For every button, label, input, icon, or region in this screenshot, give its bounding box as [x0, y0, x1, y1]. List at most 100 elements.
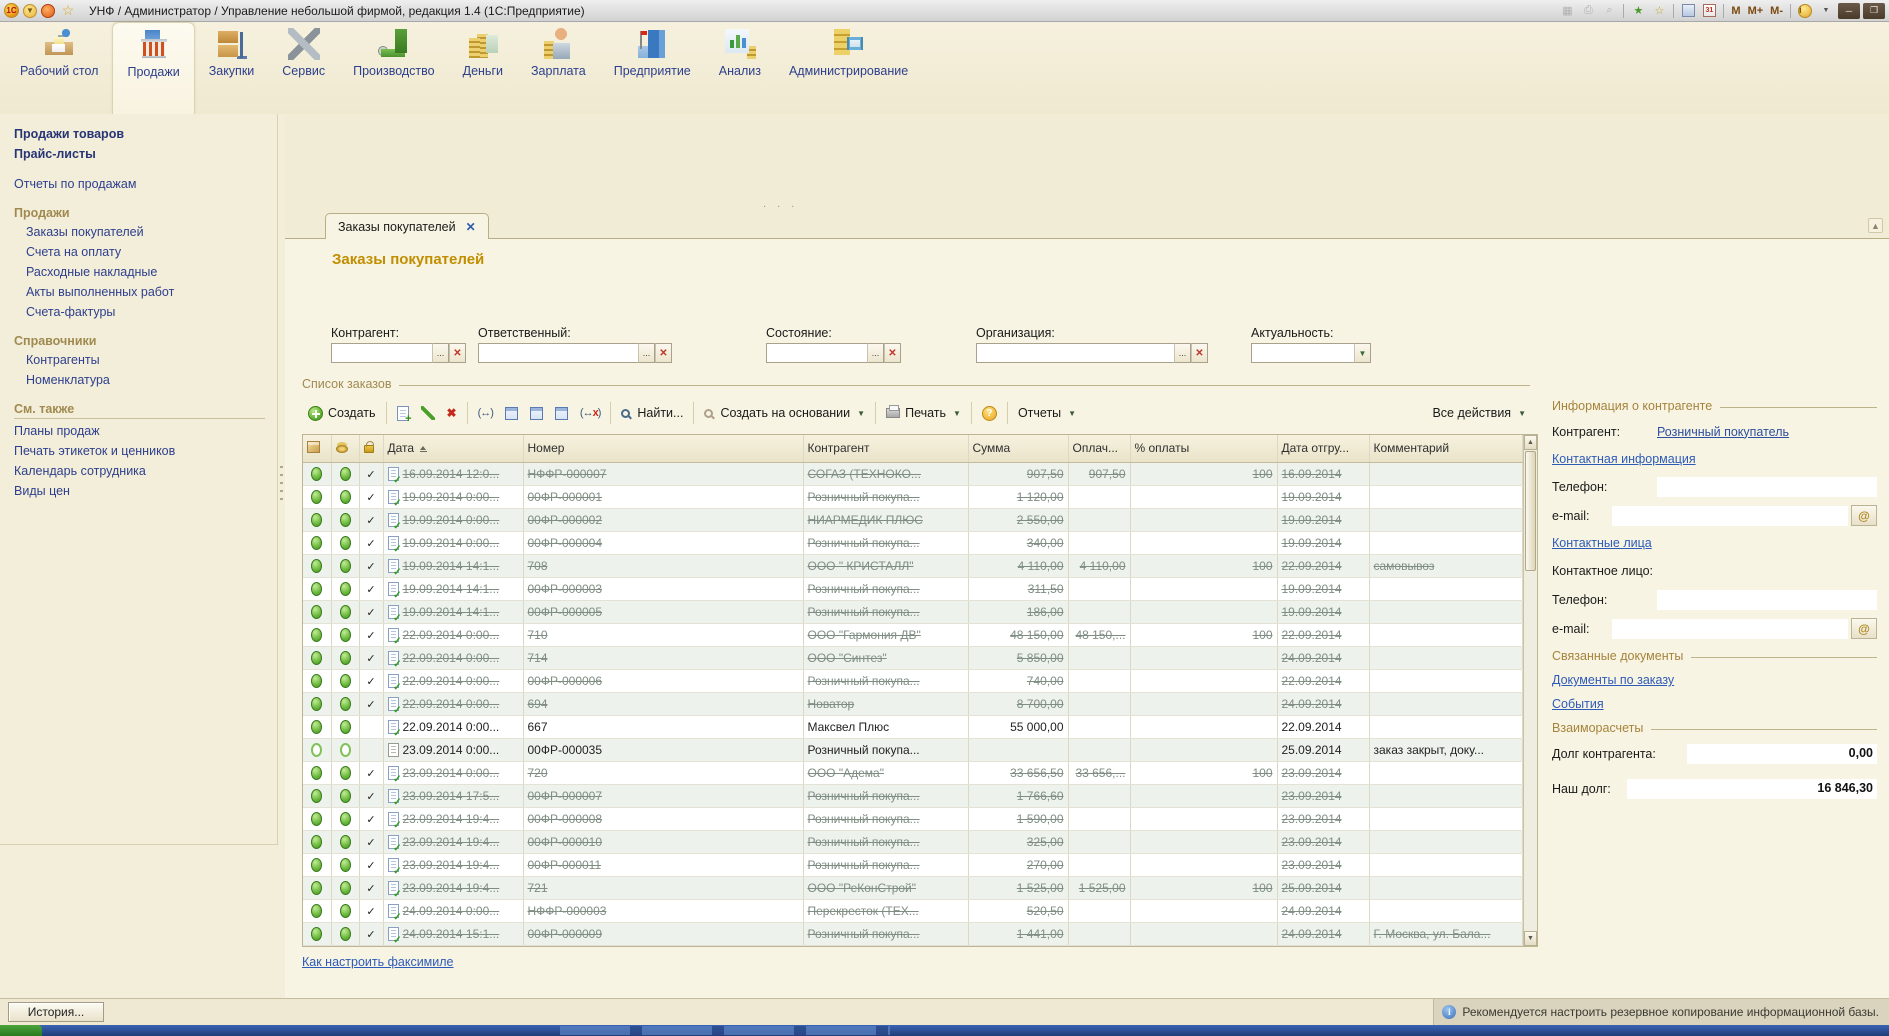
chevron-down-icon[interactable]: ▼ — [1354, 343, 1371, 363]
cell-comment[interactable] — [1369, 784, 1523, 807]
cell-ship-date[interactable]: 24.09.2014 — [1277, 899, 1369, 922]
cell-paid[interactable] — [1068, 899, 1130, 922]
cell-date[interactable]: 24.09.2014 15:1... — [383, 922, 523, 945]
cell-comment[interactable] — [1369, 462, 1523, 485]
lookup-dots-icon[interactable]: ... — [638, 343, 655, 363]
cell-counterparty[interactable]: НИАРМЕДИК ПЛЮС — [803, 508, 968, 531]
table-view-button[interactable] — [549, 404, 574, 423]
cell-percent[interactable]: 100 — [1130, 462, 1277, 485]
table-row[interactable]: ✓24.09.2014 0:00...НФФР-000003Перекресто… — [303, 899, 1523, 922]
cell-comment[interactable] — [1369, 623, 1523, 646]
cell-comment[interactable] — [1369, 577, 1523, 600]
table-row[interactable]: ✓22.09.2014 0:00...00ФР-000006Розничный … — [303, 669, 1523, 692]
cell-comment[interactable] — [1369, 807, 1523, 830]
section-salary[interactable]: Зарплата — [517, 22, 600, 114]
cell-percent[interactable] — [1130, 715, 1277, 738]
help-button[interactable]: ? — [976, 403, 1003, 424]
info-icon[interactable]: i — [1796, 3, 1814, 19]
print-icon[interactable]: ⎙ — [1579, 3, 1597, 19]
sidebar-item-featured-1[interactable]: Прайс-листы — [12, 144, 269, 164]
sidebar-item[interactable]: Заказы покупателей — [12, 222, 269, 242]
section-administration[interactable]: Администрирование — [775, 22, 922, 114]
table-row[interactable]: ✓19.09.2014 14:1...00ФР-000005Розничный … — [303, 600, 1523, 623]
create-button[interactable]: Создать — [302, 403, 382, 424]
scrollbar-thumb[interactable] — [1525, 451, 1536, 571]
create-based-button[interactable]: Создать на основании▼ — [698, 403, 871, 423]
cell-comment[interactable] — [1369, 485, 1523, 508]
cell-sum[interactable]: 1 120,00 — [968, 485, 1068, 508]
cell-counterparty[interactable]: Новатор — [803, 692, 968, 715]
cell-comment[interactable] — [1369, 876, 1523, 899]
cell-paid[interactable]: 48 150,... — [1068, 623, 1130, 646]
cell-counterparty[interactable]: ООО "РеКонСтрой" — [803, 876, 968, 899]
cell-paid[interactable] — [1068, 600, 1130, 623]
column-pay-state[interactable] — [331, 435, 359, 462]
table-row[interactable]: ✓22.09.2014 0:00...714ООО "Синтез"5 850,… — [303, 646, 1523, 669]
cell-number[interactable]: 00ФР-000007 — [523, 784, 803, 807]
cell-percent[interactable] — [1130, 531, 1277, 554]
cell-counterparty[interactable]: ООО "Синтез" — [803, 646, 968, 669]
print-button[interactable]: Печать▼ — [880, 403, 967, 423]
cell-counterparty[interactable]: ООО " КРИСТАЛЛ" — [803, 554, 968, 577]
tab-customer-orders[interactable]: Заказы покупателей ✕ — [325, 213, 489, 239]
contact-persons-link[interactable]: Контактные лица — [1552, 536, 1652, 550]
cell-comment[interactable] — [1369, 669, 1523, 692]
cell-percent[interactable] — [1130, 784, 1277, 807]
phone2-field[interactable] — [1657, 590, 1877, 610]
cell-number[interactable]: НФФР-000003 — [523, 899, 803, 922]
cell-sum[interactable]: 8 700,00 — [968, 692, 1068, 715]
vertical-scrollbar[interactable]: ▲ ▼ — [1523, 435, 1537, 946]
all-actions-button[interactable]: Все действия▼ — [1426, 403, 1532, 423]
order-documents-link[interactable]: Документы по заказу — [1552, 673, 1674, 687]
section-production[interactable]: Производство — [339, 22, 449, 114]
email2-field[interactable] — [1612, 619, 1848, 639]
lookup-dots-icon[interactable]: ... — [867, 343, 884, 363]
lookup-dots-icon[interactable]: ... — [1174, 343, 1191, 363]
delete-button[interactable]: ✖ — [441, 403, 463, 423]
orders-table[interactable]: ДатаНомерКонтрагентСуммаОплач...% оплаты… — [303, 435, 1523, 946]
record-indicator-icon[interactable] — [41, 4, 55, 18]
reports-button[interactable]: Отчеты▼ — [1012, 403, 1082, 423]
cell-sum[interactable]: 48 150,00 — [968, 623, 1068, 646]
events-link[interactable]: События — [1552, 697, 1604, 711]
cell-ship-date[interactable]: 23.09.2014 — [1277, 807, 1369, 830]
section-desktop[interactable]: Рабочий стол — [6, 22, 112, 114]
cell-number[interactable]: 721 — [523, 876, 803, 899]
table-row[interactable]: ✓22.09.2014 0:00...710ООО "Гармония ДВ"4… — [303, 623, 1523, 646]
cell-date[interactable]: 22.09.2014 0:00... — [383, 715, 523, 738]
table-row[interactable]: 22.09.2014 0:00...667Максвел Плюс55 000,… — [303, 715, 1523, 738]
sidebar-item[interactable]: Счета-фактуры — [12, 302, 269, 322]
cell-sum[interactable]: 4 110,00 — [968, 554, 1068, 577]
section-enterprise[interactable]: Предприятие — [600, 22, 705, 114]
cell-paid[interactable] — [1068, 646, 1130, 669]
cell-sum[interactable]: 740,00 — [968, 669, 1068, 692]
section-money[interactable]: Деньги — [449, 22, 517, 114]
contact-info-link[interactable]: Контактная информация — [1552, 452, 1696, 466]
filter-input[interactable] — [766, 343, 867, 363]
sidebar-item[interactable]: Счета на оплату — [12, 242, 269, 262]
favorites-list-icon[interactable]: ☆ — [1650, 3, 1668, 19]
cell-comment[interactable]: самовывоз — [1369, 554, 1523, 577]
lookup-dots-icon[interactable]: ... — [432, 343, 449, 363]
cell-percent[interactable] — [1130, 600, 1277, 623]
cell-percent[interactable] — [1130, 669, 1277, 692]
table-row[interactable]: ✓23.09.2014 19:4...00ФР-000011Розничный … — [303, 853, 1523, 876]
cell-comment[interactable] — [1369, 508, 1523, 531]
cell-number[interactable]: 00ФР-000006 — [523, 669, 803, 692]
cell-ship-date[interactable]: 19.09.2014 — [1277, 600, 1369, 623]
cell-comment[interactable] — [1369, 692, 1523, 715]
table-row[interactable]: 23.09.2014 0:00...00ФР-000035Розничный п… — [303, 738, 1523, 761]
cell-counterparty[interactable]: Розничный покупа... — [803, 485, 968, 508]
find-button[interactable]: Найти... — [615, 403, 689, 423]
cell-number[interactable]: 708 — [523, 554, 803, 577]
cell-date[interactable]: 23.09.2014 0:00... — [383, 761, 523, 784]
set-interval-button[interactable]: (↔) — [472, 404, 499, 422]
cell-sum[interactable]: 186,00 — [968, 600, 1068, 623]
cell-date[interactable]: 16.09.2014 12:0... — [383, 462, 523, 485]
cell-number[interactable]: 00ФР-000004 — [523, 531, 803, 554]
section-purchases[interactable]: Закупки — [195, 22, 269, 114]
cell-ship-date[interactable]: 24.09.2014 — [1277, 692, 1369, 715]
cell-sum[interactable]: 55 000,00 — [968, 715, 1068, 738]
cell-date[interactable]: 23.09.2014 19:4... — [383, 876, 523, 899]
cell-percent[interactable] — [1130, 485, 1277, 508]
